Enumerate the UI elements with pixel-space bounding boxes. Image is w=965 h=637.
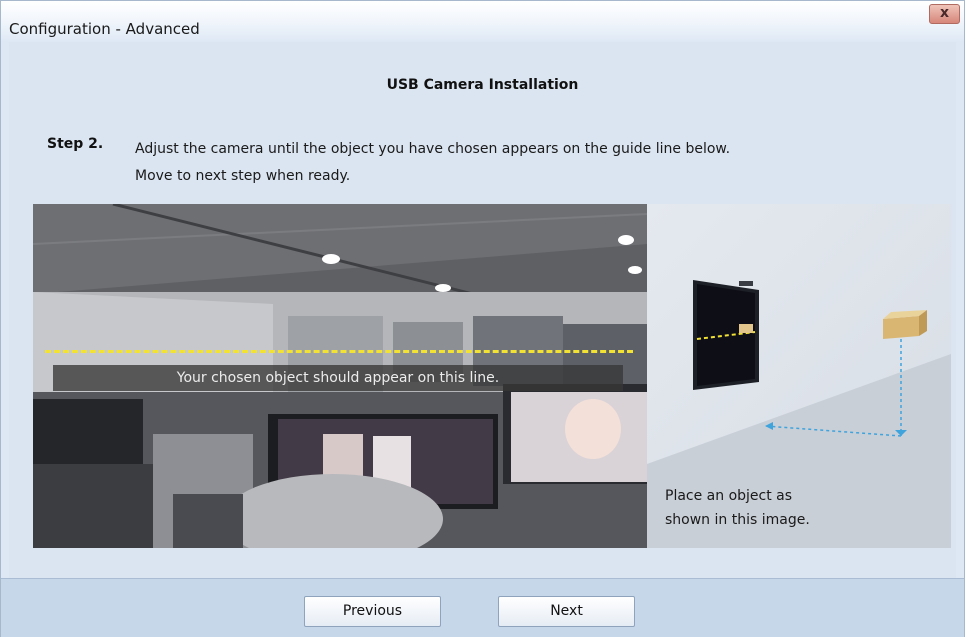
window-title: Configuration - Advanced (9, 20, 200, 38)
placement-guide-panel: Place an object as shown in this image. (647, 204, 951, 548)
guide-instructions: Place an object as shown in this image. (665, 484, 810, 532)
step-label: Step 2. (47, 136, 104, 152)
close-button[interactable]: x (929, 4, 960, 24)
close-icon: x (939, 5, 950, 21)
guide-line-2: shown in this image. (665, 512, 810, 528)
next-button[interactable]: Next (498, 596, 635, 627)
camera-preview: Your chosen object should appear on this… (33, 204, 647, 548)
guide-line (45, 350, 633, 353)
step-line-1: Adjust the camera until the object you h… (135, 141, 731, 157)
step-line-2: Move to next step when ready. (135, 168, 351, 184)
previous-button[interactable]: Previous (304, 596, 441, 627)
guide-line-caption: Your chosen object should appear on this… (53, 365, 623, 391)
dialog-window: Configuration - Advanced x USB Camera In… (0, 0, 965, 637)
button-bar: Previous Next (1, 578, 964, 637)
title-bar[interactable]: Configuration - Advanced x (1, 1, 964, 41)
guide-line-1: Place an object as (665, 488, 793, 504)
content-area: USB Camera Installation Step 2. Adjust t… (9, 42, 956, 578)
step-instructions: Adjust the camera until the object you h… (135, 136, 730, 190)
page-heading: USB Camera Installation (386, 77, 579, 93)
